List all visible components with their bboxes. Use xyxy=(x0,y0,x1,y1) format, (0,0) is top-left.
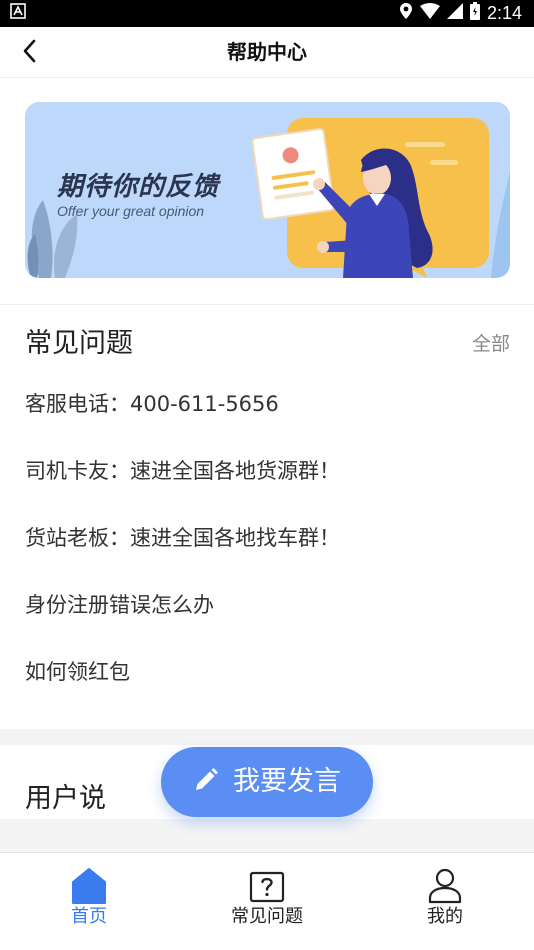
divider xyxy=(0,304,534,305)
signal-icon xyxy=(446,3,463,24)
status-bar: 2:14 xyxy=(0,0,534,27)
question-icon xyxy=(249,867,285,905)
faq-header: 常见问题 全部 xyxy=(25,323,510,367)
wifi-icon xyxy=(419,3,440,24)
section-spacer-bottom xyxy=(0,819,534,852)
post-comment-button[interactable]: 我要发言 xyxy=(161,747,373,817)
faq-item-red-packet[interactable]: 如何领红包 xyxy=(25,657,130,687)
status-time: 2:14 xyxy=(486,3,522,23)
post-comment-label: 我要发言 xyxy=(233,766,341,797)
user-icon xyxy=(427,867,463,905)
tab-faq-label: 常见问题 xyxy=(231,906,303,927)
page-title: 帮助中心 xyxy=(227,40,307,64)
tab-faq[interactable]: 常见问题 xyxy=(207,853,327,943)
pencil-icon xyxy=(193,767,219,797)
feedback-banner[interactable]: 期待你的反馈 Offer your great opinion xyxy=(25,102,510,278)
faq-item-registration-error[interactable]: 身份注册错误怎么办 xyxy=(25,590,214,620)
location-icon xyxy=(399,2,413,25)
faq-item-phone[interactable]: 客服电话：400-611-5656 xyxy=(25,389,279,419)
tab-home[interactable]: 首页 xyxy=(29,853,149,943)
faq-section-title: 常见问题 xyxy=(25,328,133,359)
app-header: 帮助中心 xyxy=(0,27,534,78)
faq-item-station-group[interactable]: 货站老板：速进全国各地找车群！ xyxy=(25,523,340,553)
faq-all-link[interactable]: 全部 xyxy=(472,331,510,357)
tab-mine-label: 我的 xyxy=(427,906,463,927)
app-notification-icon xyxy=(10,3,26,24)
section-spacer xyxy=(0,729,534,745)
bottom-tab-bar: 首页 常见问题 我的 xyxy=(0,852,534,950)
banner-title: 期待你的反馈 xyxy=(57,172,220,202)
faq-item-driver-group[interactable]: 司机卡友：速进全国各地货源群！ xyxy=(25,456,340,486)
banner-subtitle: Offer your great opinion xyxy=(57,203,205,219)
battery-icon xyxy=(469,2,480,25)
user-says-title: 用户说 xyxy=(25,783,106,814)
tab-mine[interactable]: 我的 xyxy=(385,853,505,943)
tab-home-label: 首页 xyxy=(71,906,107,927)
home-icon xyxy=(71,867,107,905)
